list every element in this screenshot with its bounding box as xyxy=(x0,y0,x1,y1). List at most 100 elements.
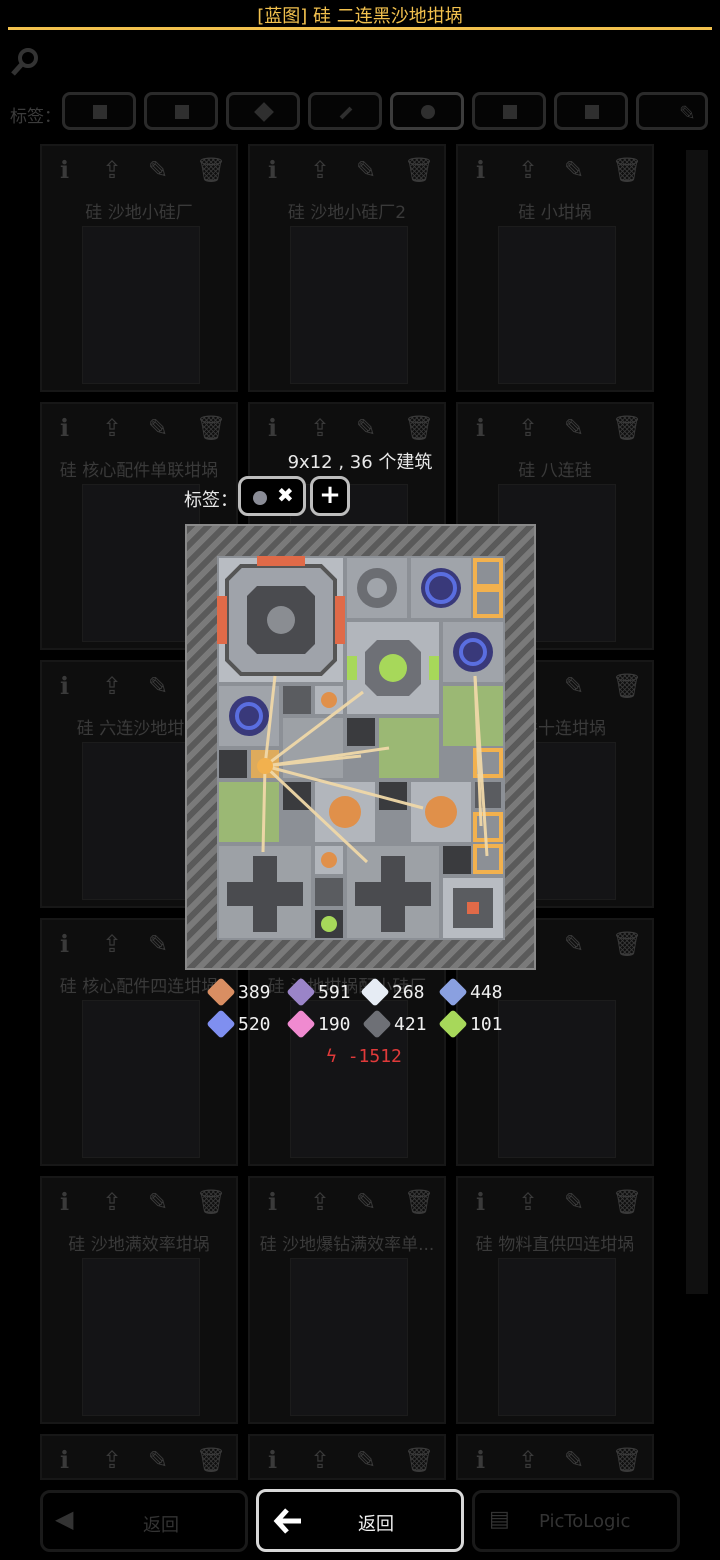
delete-icon[interactable]: 🗑 xyxy=(196,1188,226,1216)
delete-icon[interactable]: 🗑 xyxy=(612,1446,642,1474)
delete-icon[interactable]: 🗑 xyxy=(196,414,226,442)
share-icon[interactable]: ⇪ xyxy=(310,414,330,442)
blueprint-card[interactable]: ℹ ⇪ ✎ 🗑 xyxy=(40,1434,238,1480)
back-button[interactable]: 返回 xyxy=(256,1489,464,1552)
edit-icon[interactable]: ✎ xyxy=(356,1188,376,1216)
card-actions: ℹ ⇪ ✎ 🗑 xyxy=(250,150,444,190)
share-icon[interactable]: ⇪ xyxy=(518,156,538,184)
delete-icon[interactable]: 🗑 xyxy=(612,672,642,700)
delete-icon[interactable]: 🗑 xyxy=(612,930,642,958)
tag-edit-button[interactable]: ✎ xyxy=(636,92,708,130)
share-icon[interactable]: ⇪ xyxy=(310,1446,330,1474)
delete-icon[interactable]: 🗑 xyxy=(196,1446,226,1474)
edit-icon[interactable]: ✎ xyxy=(148,156,168,184)
info-icon[interactable]: ℹ xyxy=(268,1446,277,1474)
tag-filter-6[interactable] xyxy=(472,92,546,130)
blueprint-card[interactable]: ℹ ⇪ ✎ 🗑 硅 小坩埚 xyxy=(456,144,654,392)
edit-icon[interactable]: ✎ xyxy=(564,1446,584,1474)
share-icon[interactable]: ⇪ xyxy=(310,1188,330,1216)
share-icon[interactable]: ⇪ xyxy=(102,414,122,442)
card-title: 硅 沙地小硅厂 xyxy=(85,203,193,223)
edit-icon[interactable]: ✎ xyxy=(148,414,168,442)
share-icon[interactable]: ⇪ xyxy=(102,1446,122,1474)
power-icon: ϟ xyxy=(326,1046,337,1067)
bottom-back-button-dimmed[interactable]: ◀ 返回 xyxy=(40,1490,248,1552)
edit-icon[interactable]: ✎ xyxy=(148,930,168,958)
edit-icon[interactable]: ✎ xyxy=(564,1188,584,1216)
share-icon[interactable]: ⇪ xyxy=(310,156,330,184)
blueprint-card[interactable]: ℹ ⇪ ✎ 🗑 硅 沙地小硅厂 xyxy=(40,144,238,392)
edit-icon[interactable]: ✎ xyxy=(356,156,376,184)
tag-filter-2[interactable] xyxy=(144,92,218,130)
tag-filter-4[interactable] xyxy=(308,92,382,130)
info-icon[interactable]: ℹ xyxy=(476,414,485,442)
share-icon[interactable]: ⇪ xyxy=(518,414,538,442)
share-icon[interactable]: ⇪ xyxy=(102,672,122,700)
info-icon[interactable]: ℹ xyxy=(60,414,69,442)
edit-icon[interactable]: ✎ xyxy=(148,1446,168,1474)
tag-filter-row: 标签： ✎ xyxy=(0,92,720,134)
share-icon[interactable]: ⇪ xyxy=(518,1446,538,1474)
edit-icon[interactable]: ✎ xyxy=(148,1188,168,1216)
card-thumbnail xyxy=(498,1000,616,1158)
cost-value: 389 xyxy=(238,982,271,1003)
share-icon[interactable]: ⇪ xyxy=(102,1188,122,1216)
edit-icon[interactable]: ✎ xyxy=(148,672,168,700)
card-actions: ℹ ⇪ ✎ 🗑 xyxy=(42,408,236,448)
info-icon[interactable]: ℹ xyxy=(60,672,69,700)
tag-filter-silicon[interactable] xyxy=(390,92,464,130)
card-thumbnail xyxy=(82,742,200,900)
info-icon[interactable]: ℹ xyxy=(60,156,69,184)
blueprint-card[interactable]: ℹ ⇪ ✎ 🗑 硅 沙地爆钻满效率单... xyxy=(248,1176,446,1424)
delete-icon[interactable]: 🗑 xyxy=(612,414,642,442)
delete-icon[interactable]: 🗑 xyxy=(612,1188,642,1216)
card-thumbnail xyxy=(290,226,408,384)
edit-icon[interactable]: ✎ xyxy=(356,1446,376,1474)
info-icon[interactable]: ℹ xyxy=(476,1188,485,1216)
title-underline xyxy=(8,27,712,30)
page-title: [蓝图] 硅 二连黑沙地坩埚 xyxy=(257,6,463,27)
share-icon[interactable]: ⇪ xyxy=(518,1188,538,1216)
tag-filter-3[interactable] xyxy=(226,92,300,130)
edit-icon[interactable]: ✎ xyxy=(564,414,584,442)
card-thumbnail xyxy=(82,1258,200,1416)
card-thumbnail xyxy=(82,484,200,642)
edit-icon[interactable]: ✎ xyxy=(356,414,376,442)
delete-icon[interactable]: 🗑 xyxy=(404,414,434,442)
info-icon[interactable]: ℹ xyxy=(268,414,277,442)
info-icon[interactable]: ℹ xyxy=(476,1446,485,1474)
edit-icon[interactable]: ✎ xyxy=(564,930,584,958)
blueprint-card[interactable]: ℹ ⇪ ✎ 🗑 xyxy=(248,1434,446,1480)
blueprint-card[interactable]: ℹ ⇪ ✎ 🗑 硅 沙地小硅厂2 xyxy=(248,144,446,392)
blueprint-card[interactable]: ℹ ⇪ ✎ 🗑 硅 沙地满效率坩埚 xyxy=(40,1176,238,1424)
delete-icon[interactable]: 🗑 xyxy=(612,156,642,184)
delete-icon[interactable]: 🗑 xyxy=(196,156,226,184)
tag-filter-1[interactable] xyxy=(62,92,136,130)
edit-icon[interactable]: ✎ xyxy=(564,672,584,700)
pictologic-button[interactable]: ▤ PicToLogic xyxy=(472,1490,680,1552)
bottom-back-label: 返回 xyxy=(143,1515,179,1536)
info-icon[interactable]: ℹ xyxy=(476,156,485,184)
info-icon[interactable]: ℹ xyxy=(60,930,69,958)
blueprint-card[interactable]: ℹ ⇪ ✎ 🗑 硅 物料直供四连坩埚 xyxy=(456,1176,654,1424)
card-thumbnail xyxy=(82,226,200,384)
share-icon[interactable]: ⇪ xyxy=(102,156,122,184)
scrollbar[interactable] xyxy=(686,150,708,1294)
info-icon[interactable]: ℹ xyxy=(268,1188,277,1216)
blueprint-card[interactable]: ℹ ⇪ ✎ 🗑 xyxy=(456,1434,654,1480)
cost-value: 520 xyxy=(238,1014,271,1035)
delete-icon[interactable]: 🗑 xyxy=(404,1188,434,1216)
info-icon[interactable]: ℹ xyxy=(268,156,277,184)
delete-icon[interactable]: 🗑 xyxy=(404,156,434,184)
remove-tag-button[interactable]: ✖ xyxy=(277,483,294,507)
info-icon[interactable]: ℹ xyxy=(60,1188,69,1216)
tag-filter-7[interactable] xyxy=(554,92,628,130)
search-icon[interactable] xyxy=(10,46,42,78)
edit-icon[interactable]: ✎ xyxy=(564,156,584,184)
card-title: 硅 小坩埚 xyxy=(518,203,592,223)
card-actions: ℹ ⇪ ✎ 🗑 xyxy=(458,408,652,448)
share-icon[interactable]: ⇪ xyxy=(102,930,122,958)
info-icon[interactable]: ℹ xyxy=(60,1446,69,1474)
delete-icon[interactable]: 🗑 xyxy=(404,1446,434,1474)
add-tag-button[interactable]: + xyxy=(310,476,350,516)
